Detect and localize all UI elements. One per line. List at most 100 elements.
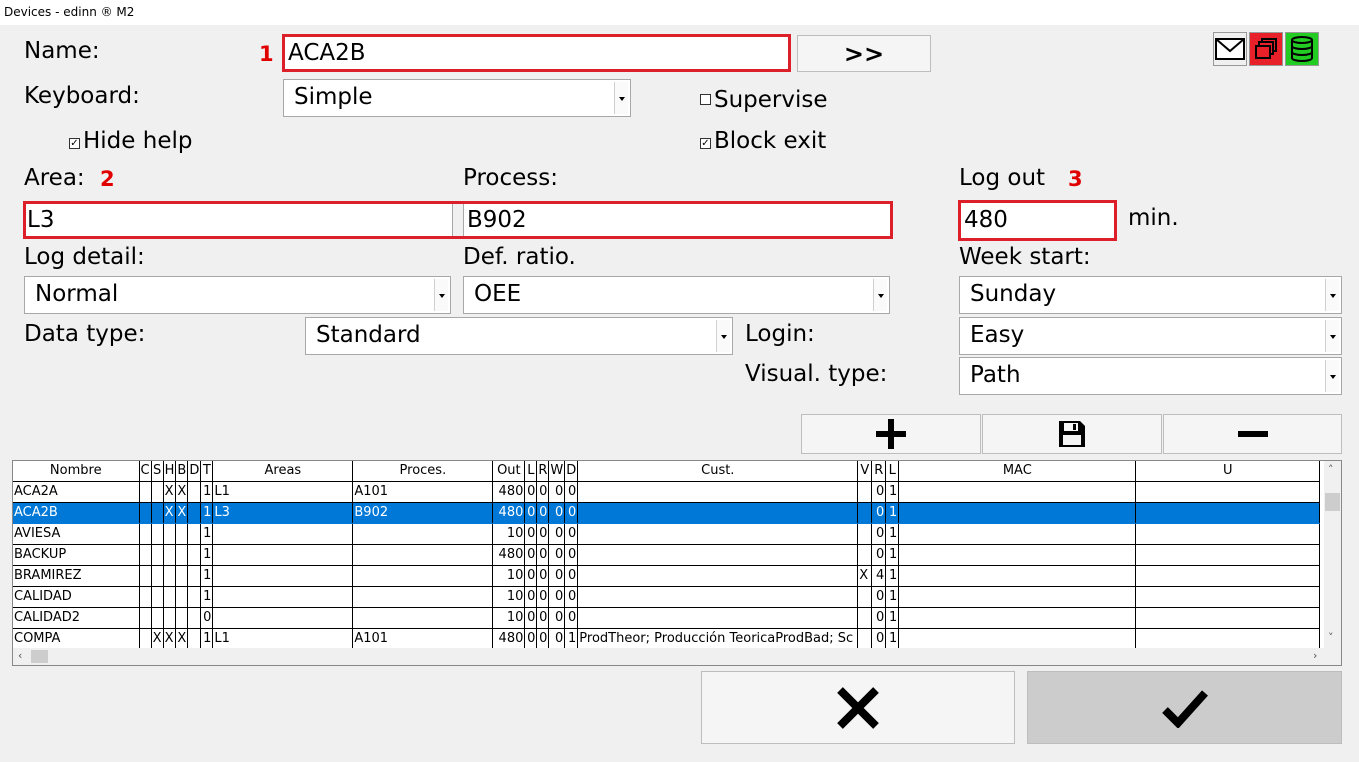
- table-cell: [1135, 481, 1321, 503]
- table-row[interactable]: BACKUP 1 480 0 0 0 0 0 1: [13, 544, 1321, 566]
- table-cell: 1: [885, 502, 900, 524]
- check-icon: ✓: [69, 138, 80, 149]
- table-cell: [898, 607, 1137, 629]
- column-header[interactable]: Out: [492, 461, 526, 482]
- more-button[interactable]: >>: [797, 35, 931, 72]
- table-row[interactable]: CALIDAD 1 10 0 0 0 0 0 1: [13, 586, 1321, 608]
- table-cell: 0: [536, 481, 550, 503]
- table-cell: 0: [200, 607, 214, 629]
- table-row[interactable]: ACA2A X X 1 L1 A101 480 0 0 0 0 0 1: [13, 481, 1321, 503]
- devices-grid[interactable]: Nombre C S H B D T Areas Proces. Out L R W D Cust. V R L M…: [12, 460, 1342, 666]
- block-exit-checkbox[interactable]: ✓ Block exit: [700, 127, 826, 155]
- table-cell: 0: [524, 523, 538, 545]
- mail-icon[interactable]: [1213, 32, 1247, 66]
- table-cell: [212, 544, 354, 566]
- copy-windows-icon[interactable]: [1249, 32, 1283, 66]
- column-header[interactable]: D: [187, 461, 202, 482]
- table-cell: 1: [200, 565, 214, 587]
- column-header[interactable]: Cust.: [577, 461, 859, 482]
- scroll-thumb[interactable]: [31, 650, 48, 663]
- table-row[interactable]: ACA2B X X 1 L3 B902 480 0 0 0 0 0 1: [13, 502, 1321, 524]
- table-row[interactable]: CALIDAD2 0 10 0 0 0 0 0 1: [13, 607, 1321, 629]
- table-cell: [212, 565, 354, 587]
- scroll-left-icon[interactable]: ‹: [18, 649, 22, 662]
- hide-help-checkbox[interactable]: ✓ Hide help: [69, 127, 192, 155]
- scroll-right-icon[interactable]: ›: [1313, 649, 1317, 662]
- log-detail-select[interactable]: Normal: [24, 276, 451, 314]
- table-cell: [1135, 607, 1321, 629]
- table-row[interactable]: COMPA X X X 1 L1 A101 480 0 0 0 1 ProdTheor; Producc…: [13, 628, 1321, 650]
- data-type-select[interactable]: Standard: [305, 317, 733, 355]
- week-start-select[interactable]: Sunday: [959, 276, 1342, 314]
- keyboard-select[interactable]: Simple: [283, 79, 631, 117]
- table-row[interactable]: BRAMIREZ 1 10 0 0 0 0 X 4 1: [13, 565, 1321, 587]
- column-header[interactable]: Nombre: [13, 461, 140, 482]
- table-cell: [139, 565, 152, 587]
- window-title: Devices - edinn ® M2: [0, 0, 1359, 25]
- table-cell: 4: [871, 565, 887, 587]
- table-cell: [898, 523, 1137, 545]
- table-cell: X: [151, 628, 164, 650]
- column-header[interactable]: S: [151, 461, 164, 482]
- process-label: Process:: [463, 165, 558, 191]
- table-cell: [577, 502, 859, 524]
- save-button[interactable]: [982, 414, 1162, 454]
- table-cell: 0: [548, 481, 566, 503]
- table-cell: 1: [885, 586, 900, 608]
- scroll-up-icon[interactable]: ˄: [1328, 463, 1334, 476]
- def-ratio-select[interactable]: OEE: [463, 276, 890, 314]
- column-header[interactable]: W: [548, 461, 566, 482]
- table-cell: [212, 586, 354, 608]
- add-button[interactable]: [801, 414, 981, 454]
- week-start-value: Sunday: [970, 281, 1057, 307]
- column-header[interactable]: H: [163, 461, 177, 482]
- horizontal-scrollbar[interactable]: ‹ ›: [13, 648, 1341, 665]
- table-cell: 0: [536, 607, 550, 629]
- vertical-scrollbar[interactable]: ˄ ˅: [1324, 461, 1341, 649]
- scroll-down-icon[interactable]: ˅: [1328, 631, 1334, 644]
- login-select[interactable]: Easy: [959, 317, 1342, 355]
- column-header[interactable]: D: [564, 461, 579, 482]
- annotation-3: 3: [1068, 167, 1083, 191]
- area-input[interactable]: L3: [26, 204, 453, 236]
- column-header[interactable]: B: [175, 461, 189, 482]
- annotation-2: 2: [100, 167, 115, 191]
- column-header[interactable]: MAC: [898, 461, 1137, 482]
- name-input[interactable]: ACA2B: [282, 34, 791, 72]
- table-cell: [187, 523, 202, 545]
- table-cell: 480: [492, 544, 526, 566]
- column-header[interactable]: Areas: [212, 461, 354, 482]
- visual-type-select[interactable]: Path: [959, 357, 1342, 395]
- column-header[interactable]: Proces.: [352, 461, 494, 482]
- column-header[interactable]: V: [857, 461, 873, 482]
- accept-button[interactable]: [1027, 671, 1342, 744]
- table-header: Nombre C S H B D T Areas Proces. Out L R W D Cust. V R L M…: [13, 461, 1321, 482]
- column-header[interactable]: T: [200, 461, 214, 482]
- table-cell: [187, 544, 202, 566]
- logout-input[interactable]: 480: [958, 200, 1117, 241]
- column-header[interactable]: U: [1135, 461, 1321, 482]
- table-cell: COMPA: [13, 628, 140, 650]
- column-header[interactable]: L: [524, 461, 538, 482]
- chevron-down-icon: [873, 279, 887, 311]
- table-cell: [175, 586, 189, 608]
- remove-button[interactable]: [1163, 414, 1342, 454]
- column-header[interactable]: R: [536, 461, 550, 482]
- database-icon[interactable]: [1285, 32, 1319, 66]
- table-cell: 1: [200, 544, 214, 566]
- column-header[interactable]: R: [871, 461, 887, 482]
- chevron-down-icon: [1325, 320, 1339, 352]
- scroll-thumb[interactable]: [1325, 493, 1340, 511]
- cancel-button[interactable]: [701, 671, 1015, 744]
- chevron-down-icon: [1325, 279, 1339, 311]
- column-header[interactable]: C: [139, 461, 152, 482]
- supervise-checkbox[interactable]: Supervise: [700, 86, 828, 114]
- process-input[interactable]: B902: [463, 204, 890, 236]
- table-cell: [175, 523, 189, 545]
- table-row[interactable]: AVIESA 1 10 0 0 0 0 0 1: [13, 523, 1321, 545]
- table-cell: 0: [548, 586, 566, 608]
- chevron-down-icon: [1325, 360, 1339, 392]
- annotation-1: 1: [259, 42, 274, 66]
- column-header[interactable]: L: [885, 461, 900, 482]
- table-cell: X: [175, 481, 189, 503]
